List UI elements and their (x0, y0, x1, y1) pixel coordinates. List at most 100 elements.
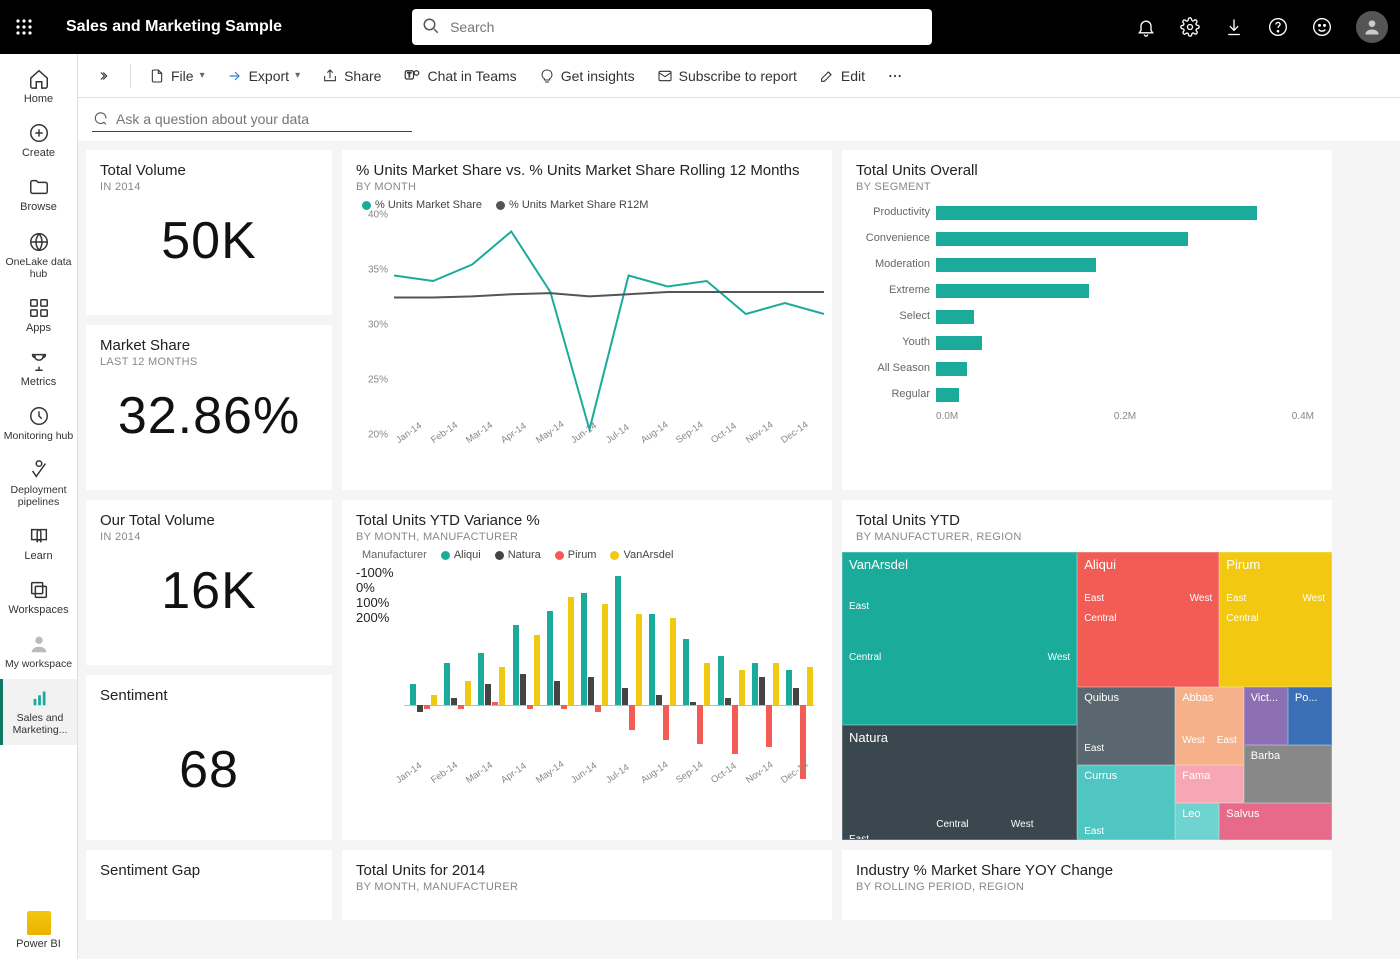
hbar-chart: ProductivityConvenienceModerationExtreme… (856, 199, 1318, 407)
search-wrap (412, 9, 932, 45)
dashboard-content: Total Volume IN 2014 50K Market Share LA… (78, 142, 1400, 959)
nav-myworkspace[interactable]: My workspace (0, 625, 77, 679)
nav-learn[interactable]: Learn (0, 517, 77, 571)
line-chart: 20%25%30%35%40% Jan-14Feb-14Mar-14Apr-14… (356, 215, 818, 455)
edit-button[interactable]: Edit (811, 63, 873, 89)
legend-item: Pirum (568, 549, 597, 561)
more-button[interactable] (879, 63, 911, 89)
nav-create-label: Create (22, 147, 55, 160)
legend: Manufacturer Aliqui Natura Pirum VanArsd… (362, 549, 818, 561)
nav-current-report[interactable]: Sales and Marketing... (0, 679, 77, 745)
nav-powerbi[interactable]: Power BI (0, 903, 77, 959)
nav-report-label: Sales and Marketing... (5, 712, 75, 737)
help-icon[interactable] (1268, 17, 1288, 37)
nav-monitoring[interactable]: Monitoring hub (0, 397, 77, 451)
nav-apps[interactable]: Apps (0, 289, 77, 343)
legend-item: % Units Market Share R12M (509, 199, 648, 211)
kpi-sub: IN 2014 (100, 181, 318, 193)
share-button[interactable]: Share (314, 63, 389, 89)
kpi-title: Sentiment Gap (100, 862, 318, 879)
grouped-bar-chart: -100%0%100%200% Jan-14Feb-14Mar-14Apr-14… (356, 565, 818, 795)
top-bar: Sales and Marketing Sample (0, 0, 1400, 54)
nav-home-label: Home (24, 93, 53, 106)
nav-workspaces-label: Workspaces (8, 604, 68, 617)
subscribe-button[interactable]: Subscribe to report (649, 63, 805, 89)
legend-item: % Units Market Share (375, 199, 482, 211)
kpi-value: 16K (100, 561, 318, 621)
notifications-icon[interactable] (1136, 17, 1156, 37)
tile-title: % Units Market Share vs. % Units Market … (356, 162, 818, 179)
legend: % Units Market Share % Units Market Shar… (362, 199, 818, 211)
nav-learn-label: Learn (24, 550, 52, 563)
kpi-sub: LAST 12 MONTHS (100, 356, 318, 368)
file-menu[interactable]: File▾ (141, 63, 213, 89)
tile-title: Total Units Overall (856, 162, 1318, 179)
workspace-title: Sales and Marketing Sample (66, 18, 282, 36)
nav-myws-label: My workspace (5, 658, 72, 671)
nav-browse-label: Browse (20, 201, 57, 214)
kpi-value: 32.86% (100, 386, 318, 446)
nav-deploy-label: Deployment pipelines (2, 484, 75, 509)
tile-sentiment-gap[interactable]: Sentiment Gap (86, 850, 332, 920)
nav-metrics[interactable]: Metrics (0, 343, 77, 397)
tile-our-volume[interactable]: Our Total Volume IN 2014 16K (86, 500, 332, 665)
kpi-sub: IN 2014 (100, 531, 318, 543)
account-avatar[interactable] (1356, 11, 1388, 43)
nav-deploy[interactable]: Deployment pipelines (0, 451, 77, 517)
kpi-title: Sentiment (100, 687, 318, 704)
nav-create[interactable]: Create (0, 114, 77, 168)
legend-item: VanArsdel (623, 549, 673, 561)
app-launcher-icon[interactable] (12, 15, 36, 39)
tile-title: Industry % Market Share YOY Change (856, 862, 1318, 879)
powerbi-icon (27, 911, 51, 935)
nav-apps-label: Apps (26, 322, 51, 335)
left-nav-rail: Home Create Browse OneLake data hub Apps… (0, 54, 78, 959)
kpi-title: Our Total Volume (100, 512, 318, 529)
expand-pane-button[interactable] (90, 64, 120, 88)
treemap: VanArsdelEastCentralWestNaturaEastCentra… (842, 552, 1332, 840)
tile-market-share-line[interactable]: % Units Market Share vs. % Units Market … (342, 150, 832, 490)
tile-industry[interactable]: Industry % Market Share YOY Change BY RO… (842, 850, 1332, 920)
separator (130, 64, 131, 88)
tile-units-2014[interactable]: Total Units for 2014 BY MONTH, MANUFACTU… (342, 850, 832, 920)
qa-input[interactable] (92, 107, 412, 132)
nav-home[interactable]: Home (0, 60, 77, 114)
nav-onelake[interactable]: OneLake data hub (0, 223, 77, 289)
nav-browse[interactable]: Browse (0, 168, 77, 222)
feedback-icon[interactable] (1312, 17, 1332, 37)
settings-icon[interactable] (1180, 17, 1200, 37)
tile-sub: BY ROLLING PERIOD, REGION (856, 881, 1318, 893)
kpi-title: Total Volume (100, 162, 318, 179)
legend-item: Aliqui (454, 549, 481, 561)
qa-bar (78, 98, 1400, 142)
tile-segment-bar[interactable]: Total Units Overall BY SEGMENT Productiv… (842, 150, 1332, 490)
nav-monitoring-label: Monitoring hub (4, 430, 73, 443)
tile-title: Total Units for 2014 (356, 862, 818, 879)
tile-sentiment[interactable]: Sentiment 68 (86, 675, 332, 840)
tile-total-volume[interactable]: Total Volume IN 2014 50K (86, 150, 332, 315)
nav-pbi-label: Power BI (16, 938, 61, 951)
tile-title: Total Units YTD (842, 512, 1332, 529)
tile-variance-bar[interactable]: Total Units YTD Variance % BY MONTH, MAN… (342, 500, 832, 840)
chat-teams-button[interactable]: TChat in Teams (395, 62, 524, 90)
tile-title: Total Units YTD Variance % (356, 512, 818, 529)
tile-treemap[interactable]: Total Units YTD BY MANUFACTURER, REGION … (842, 500, 1332, 840)
tile-sub: BY SEGMENT (856, 181, 1318, 193)
nav-onelake-label: OneLake data hub (2, 256, 75, 281)
report-toolbar: File▾ Export▾ Share TChat in Teams Get i… (78, 54, 1400, 98)
insights-button[interactable]: Get insights (531, 63, 643, 89)
kpi-title: Market Share (100, 337, 318, 354)
tile-sub: BY MONTH, MANUFACTURER (356, 531, 818, 543)
global-search-input[interactable] (412, 9, 932, 45)
tile-sub: BY MONTH (356, 181, 818, 193)
tile-market-share[interactable]: Market Share LAST 12 MONTHS 32.86% (86, 325, 332, 490)
nav-metrics-label: Metrics (21, 376, 56, 389)
tile-sub: BY MANUFACTURER, REGION (842, 531, 1332, 543)
legend-item: Natura (508, 549, 541, 561)
nav-workspaces[interactable]: Workspaces (0, 571, 77, 625)
export-menu[interactable]: Export▾ (219, 63, 309, 89)
svg-text:T: T (408, 72, 412, 78)
download-icon[interactable] (1224, 17, 1244, 37)
kpi-value: 68 (100, 740, 318, 800)
tile-sub: BY MONTH, MANUFACTURER (356, 881, 818, 893)
